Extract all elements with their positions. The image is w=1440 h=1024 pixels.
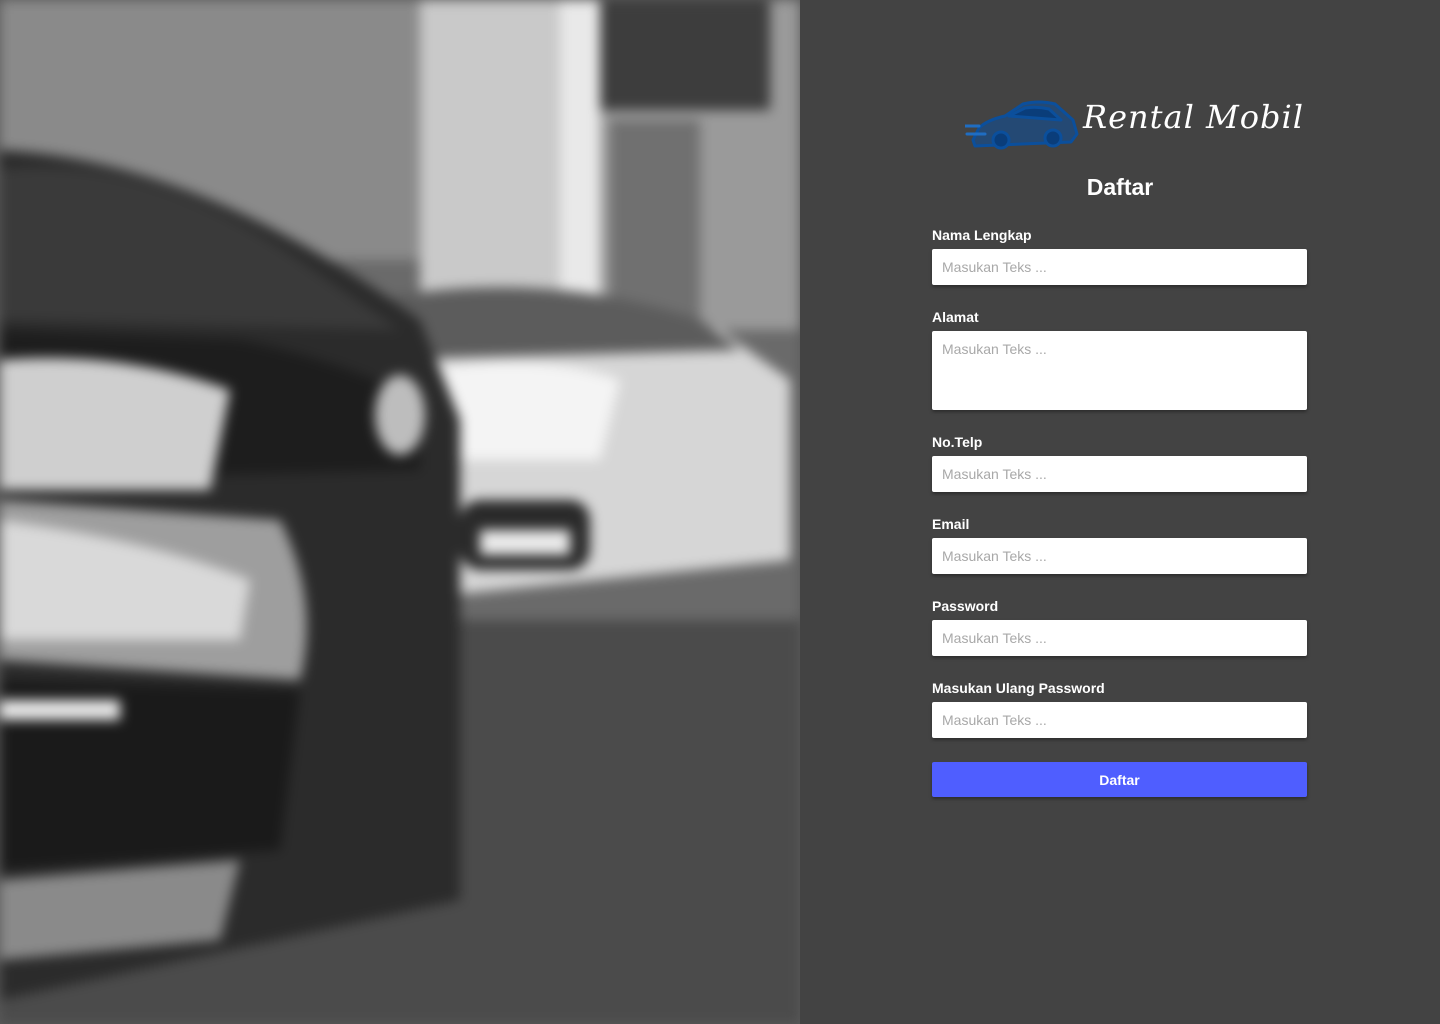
phone-label: No.Telp [932,434,983,450]
brand-name: Rental Mobil [1083,98,1304,136]
register-panel: Rental Mobil Daftar Nama Lengkap Alamat … [800,0,1440,1024]
full-name-label: Nama Lengkap [932,227,1032,243]
address-field: Alamat [932,308,1307,410]
confirm-password-input[interactable] [932,702,1307,738]
address-input[interactable] [932,331,1307,410]
password-input[interactable] [932,620,1307,656]
phone-input[interactable] [932,456,1307,492]
email-field: Email [932,515,1307,574]
password-label: Password [932,598,999,614]
full-name-field: Nama Lengkap [932,226,1307,285]
brand-logo: Rental Mobil [965,92,1303,156]
confirm-password-label: Masukan Ulang Password [932,680,1105,696]
phone-field: No.Telp [932,433,1307,492]
email-input[interactable] [932,538,1307,574]
hero-image [0,0,800,1024]
register-button[interactable]: Daftar [932,762,1307,797]
address-label: Alamat [932,309,979,325]
password-field: Password [932,597,1307,656]
car-icon [965,100,1079,150]
page-title: Daftar [1086,174,1154,200]
confirm-password-field: Masukan Ulang Password [932,679,1307,738]
full-name-input[interactable] [932,249,1307,285]
email-label: Email [932,516,970,532]
